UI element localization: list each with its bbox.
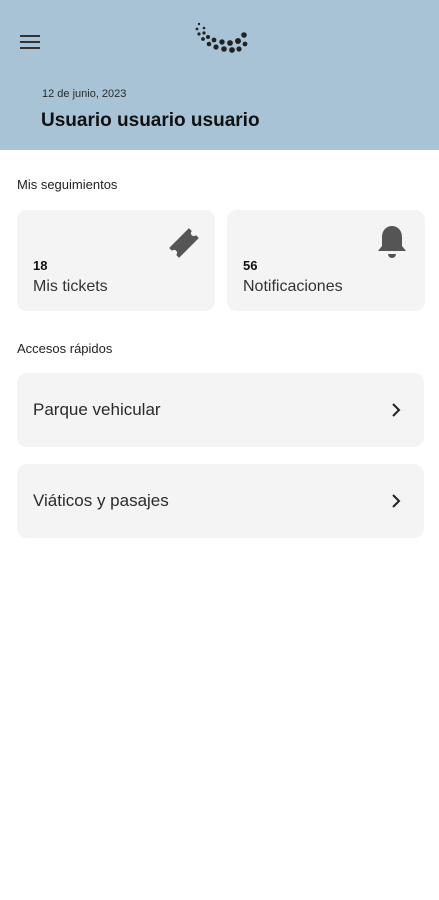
current-date: 12 de junio, 2023 xyxy=(42,88,127,100)
logo-icon xyxy=(195,22,248,53)
quick-access-section-title: Accesos rápidos xyxy=(17,341,113,356)
chevron-right-icon xyxy=(392,494,401,508)
tickets-label: Mis tickets xyxy=(33,278,108,295)
app-header: 12 de junio, 2023 Usuario usuario usuari… xyxy=(0,0,439,150)
hamburger-menu-icon xyxy=(20,35,40,49)
viaticos-pasajes-item[interactable]: Viáticos y pasajes xyxy=(17,464,424,538)
user-name: Usuario usuario usuario xyxy=(41,110,260,131)
bell-icon xyxy=(378,226,406,258)
chevron-right-icon xyxy=(392,403,401,417)
tickets-count: 18 xyxy=(33,258,48,273)
notifications-count: 56 xyxy=(243,258,258,273)
notifications-card[interactable]: 56 Notificaciones xyxy=(227,210,425,311)
viaticos-pasajes-label: Viáticos y pasajes xyxy=(33,491,169,510)
menu-button[interactable] xyxy=(18,32,42,52)
tickets-card[interactable]: 18 Mis tickets xyxy=(17,210,215,311)
parque-vehicular-item[interactable]: Parque vehicular xyxy=(17,373,424,447)
ticket-icon xyxy=(169,228,199,258)
parque-vehicular-label: Parque vehicular xyxy=(33,400,161,419)
tracking-section-title: Mis seguimientos xyxy=(17,177,118,192)
notifications-label: Notificaciones xyxy=(243,278,343,295)
